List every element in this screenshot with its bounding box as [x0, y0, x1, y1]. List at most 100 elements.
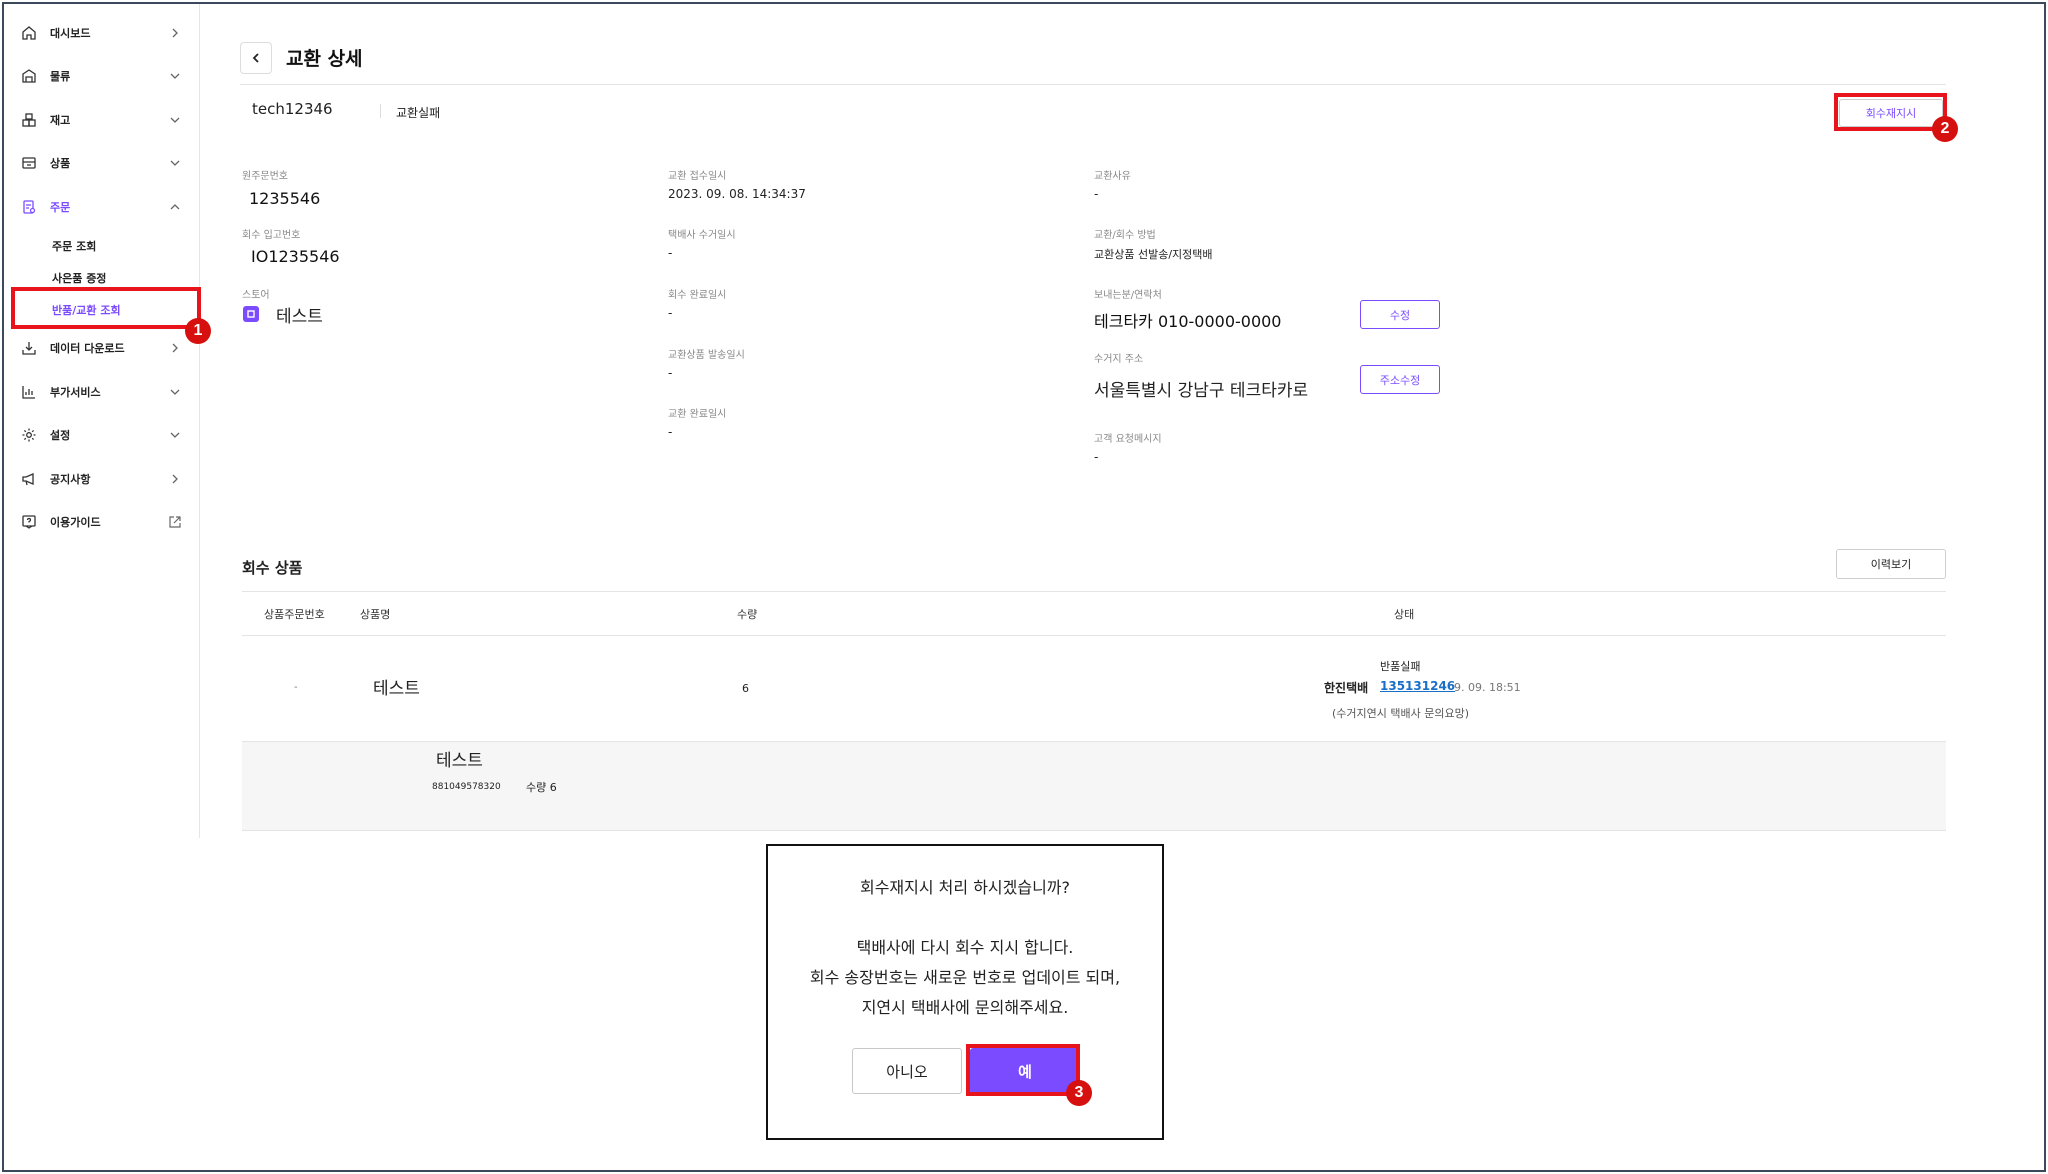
warehouse-icon — [20, 67, 38, 85]
help-icon — [20, 513, 38, 531]
divider — [242, 591, 1946, 592]
column-header: 상태 — [1394, 608, 1415, 621]
sidebar-item-logistics[interactable]: 물류 — [20, 61, 186, 91]
courier-pickup-value: - — [668, 246, 673, 260]
sidebar-item-settings[interactable]: 설정 — [20, 420, 186, 450]
sidebar-item-label: 설정 — [50, 429, 71, 442]
sidebar-item-inventory[interactable]: 재고 — [20, 105, 186, 135]
sidebar-item-addon-services[interactable]: 부가서비스 — [20, 377, 186, 407]
external-link-icon — [169, 516, 181, 528]
sidebar-item-label: 상품 — [50, 157, 71, 170]
item-quantity: 6 — [742, 682, 749, 695]
item-product-name: 테스트 — [373, 679, 420, 699]
original-order-value: 1235546 — [249, 189, 321, 208]
chevron-down-icon — [170, 389, 180, 395]
exchange-ship-label: 교환상품 발송일시 — [668, 350, 745, 361]
divider — [240, 84, 1946, 85]
store-value: 테스트 — [276, 307, 323, 327]
detail-quantity: 수량 6 — [526, 781, 557, 794]
exchange-complete-value: - — [668, 425, 673, 439]
message-value: - — [1094, 450, 1099, 464]
divider — [242, 635, 1946, 636]
divider — [242, 830, 1946, 831]
annotation-box-1 — [11, 287, 201, 329]
status-badge: 교환실패 — [396, 106, 441, 120]
exchange-ship-value: - — [668, 366, 673, 380]
sidebar-item-label: 주문 — [50, 201, 71, 214]
sidebar-item-products[interactable]: 상품 — [20, 148, 186, 178]
gear-icon — [20, 426, 38, 444]
page-title: 교환 상세 — [286, 48, 363, 70]
order-icon — [20, 198, 38, 216]
status-date: 9. 09. 18:51 — [1454, 681, 1521, 694]
user-id: tech12346 — [252, 100, 333, 118]
method-value: 교환상품 선발송/지정택배 — [1094, 248, 1213, 261]
sidebar-item-label: 부가서비스 — [50, 386, 101, 399]
courier-name: 한진택배 — [1324, 681, 1369, 695]
sidebar-item-label: 재고 — [50, 114, 71, 127]
item-order-number: - — [294, 682, 298, 693]
sidebar: 대시보드 물류 재고 상품 주문 주문 조회 사은품 증정 반품/교환 조회 데… — [4, 4, 200, 838]
dialog-message-line: 택배사에 다시 회수 지시 합니다. — [856, 938, 1074, 957]
boxes-icon — [20, 111, 38, 129]
product-icon — [20, 154, 38, 172]
chevron-right-icon — [172, 474, 178, 484]
back-button[interactable] — [240, 42, 272, 74]
store-label: 스토어 — [242, 290, 270, 301]
chevron-down-icon — [170, 432, 180, 438]
sidebar-subitem-order-search[interactable]: 주문 조회 — [52, 238, 96, 254]
return-complete-value: - — [668, 306, 673, 320]
message-label: 고객 요청메시지 — [1094, 434, 1162, 445]
address-label: 수거지 주소 — [1094, 354, 1144, 365]
sidebar-item-notices[interactable]: 공지사항 — [20, 464, 186, 494]
method-label: 교환/회수 방법 — [1094, 230, 1156, 241]
divider — [380, 104, 381, 118]
sidebar-item-label: 대시보드 — [50, 27, 91, 40]
chevron-down-icon — [170, 73, 180, 79]
return-complete-label: 회수 완료일시 — [668, 290, 727, 301]
store-icon — [243, 306, 259, 322]
annotation-badge-3: 3 — [1066, 1080, 1092, 1106]
column-header: 상품명 — [360, 608, 391, 621]
chevron-right-icon — [172, 343, 178, 353]
column-header: 수량 — [737, 608, 758, 621]
history-button[interactable]: 이력보기 — [1836, 549, 1946, 579]
sidebar-item-orders[interactable]: 주문 — [20, 192, 186, 222]
return-inbound-value: IO1235546 — [251, 247, 340, 266]
edit-sender-button[interactable]: 수정 — [1360, 300, 1440, 329]
chevron-right-icon — [172, 28, 178, 38]
chevron-down-icon — [170, 117, 180, 123]
column-header: 상품주문번호 — [264, 608, 325, 621]
sidebar-item-label: 물류 — [50, 70, 71, 83]
edit-address-button[interactable]: 주소수정 — [1360, 365, 1440, 394]
reason-label: 교환사유 — [1094, 171, 1131, 182]
annotation-box-3 — [966, 1044, 1080, 1096]
sidebar-item-label: 데이터 다운로드 — [50, 342, 125, 355]
sidebar-subitem-gift[interactable]: 사은품 증정 — [52, 270, 106, 286]
chart-icon — [20, 383, 38, 401]
annotation-badge-2: 2 — [1932, 116, 1958, 142]
address-value: 서울특별시 강남구 테크타카로 — [1094, 381, 1309, 401]
chevron-left-icon — [252, 53, 259, 63]
return-items-title: 회수 상품 — [242, 559, 303, 577]
detail-barcode: 881049578320 — [432, 782, 501, 792]
sidebar-item-data-download[interactable]: 데이터 다운로드 — [20, 333, 186, 363]
original-order-label: 원주문번호 — [242, 171, 288, 182]
sidebar-item-dashboard[interactable]: 대시보드 — [20, 18, 186, 48]
sender-value: 테크타카 010-0000-0000 — [1094, 312, 1282, 331]
no-button[interactable]: 아니오 — [852, 1048, 962, 1094]
dialog-question: 회수재지시 처리 하시겠습니까? — [859, 878, 1071, 897]
dialog-message-line: 지연시 택배사에 문의해주세요. — [861, 998, 1069, 1017]
annotation-badge-1: 1 — [185, 318, 211, 344]
tracking-number-link[interactable]: 135131246 — [1380, 679, 1455, 693]
chevron-up-icon — [170, 204, 180, 210]
reason-value: - — [1094, 187, 1099, 201]
sidebar-item-user-guide[interactable]: 이용가이드 — [20, 507, 186, 537]
download-icon — [20, 339, 38, 357]
exchange-complete-label: 교환 완료일시 — [668, 409, 727, 420]
sidebar-item-label: 공지사항 — [50, 473, 91, 486]
annotation-box-2 — [1834, 93, 1947, 131]
app-frame: 대시보드 물류 재고 상품 주문 주문 조회 사은품 증정 반품/교환 조회 데… — [2, 2, 2046, 1172]
status-note: (수거지연시 택배사 문의요망) — [1332, 707, 1470, 720]
item-status: 반품실패 — [1380, 660, 1421, 673]
